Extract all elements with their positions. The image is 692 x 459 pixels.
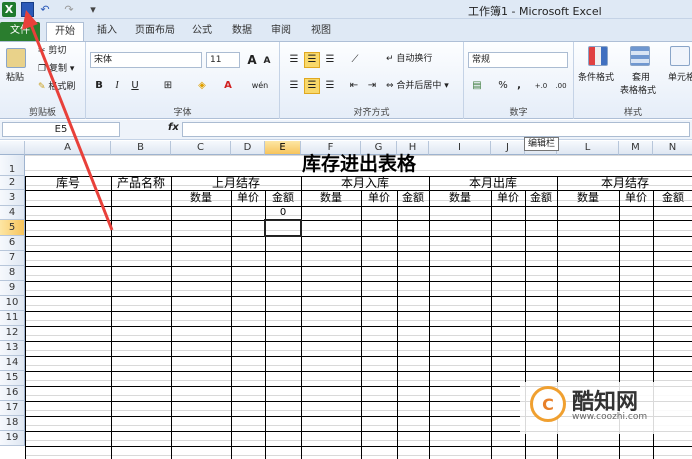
watermark-logo: C	[530, 386, 566, 422]
arrow-shaft	[28, 21, 114, 231]
arrow-head	[22, 10, 38, 30]
watermark: C 酷知网 www.coozhi.com	[520, 382, 692, 434]
watermark-url: www.coozhi.com	[572, 412, 648, 422]
